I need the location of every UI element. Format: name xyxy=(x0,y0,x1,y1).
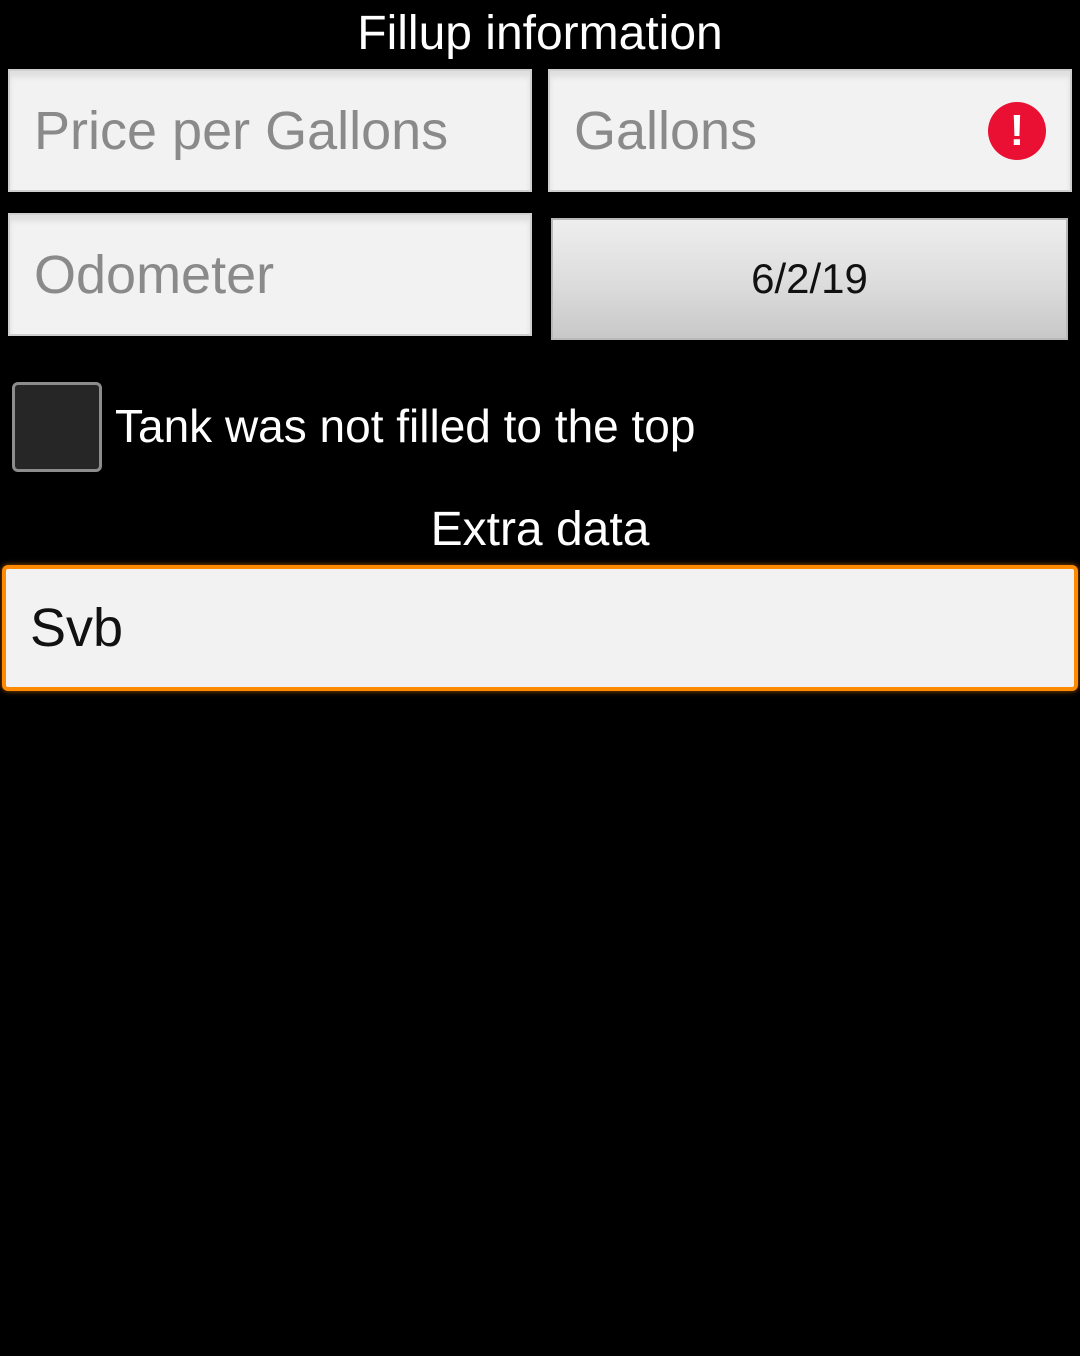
odometer-input[interactable] xyxy=(10,215,530,334)
price-per-gallon-field[interactable] xyxy=(8,69,532,192)
tank-not-full-row[interactable]: Tank was not filled to the top xyxy=(12,382,1012,472)
fillup-screen: Fillup information ! 6/2/19 Tank was not… xyxy=(0,0,1080,1356)
extra-data-field[interactable] xyxy=(2,565,1078,691)
fillup-information-title: Fillup information xyxy=(357,7,723,60)
gallons-field[interactable]: ! xyxy=(548,69,1072,192)
date-button[interactable]: 6/2/19 xyxy=(551,218,1068,340)
tank-not-full-label[interactable]: Tank was not filled to the top xyxy=(115,394,695,458)
price-per-gallon-input[interactable] xyxy=(10,71,530,190)
odometer-field[interactable] xyxy=(8,213,532,336)
tank-not-full-checkbox[interactable] xyxy=(12,382,102,472)
error-icon: ! xyxy=(988,102,1046,160)
extra-data-title: Extra data xyxy=(430,503,650,556)
extra-data-input[interactable] xyxy=(6,569,1074,687)
